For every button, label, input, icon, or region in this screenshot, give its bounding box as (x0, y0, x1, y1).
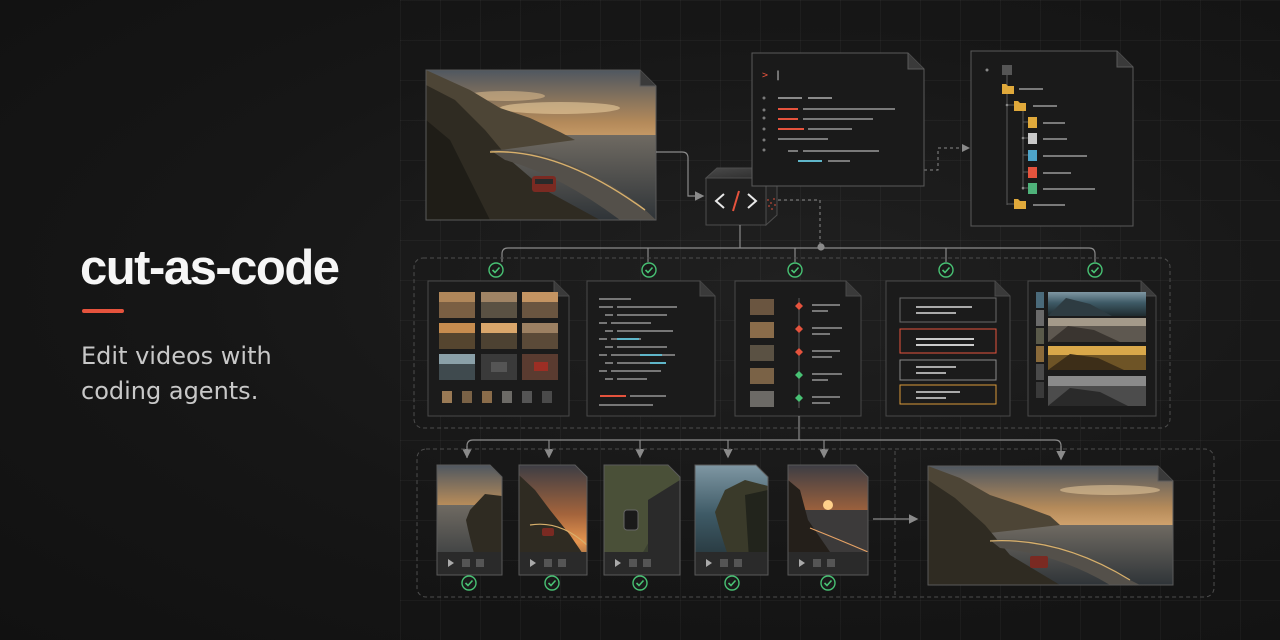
clip-thumbnail (787, 464, 869, 576)
branch-connectors (501, 225, 1096, 262)
arrow-icon (656, 151, 705, 201)
final-render-panel (927, 465, 1174, 586)
source-video-panel (426, 70, 656, 220)
frames-grid-panel (427, 280, 570, 417)
clip-thumbnail (603, 464, 681, 576)
pipeline-diagram: > | (413, 50, 1215, 598)
color-grade-panel (1027, 280, 1157, 417)
file-tree-panel (970, 50, 1134, 227)
captions-panel (885, 280, 1011, 417)
terminal-prompt: > (762, 70, 768, 81)
terminal-panel: > | (751, 52, 925, 187)
check-icon (461, 575, 836, 591)
clip-thumbnail (518, 464, 588, 576)
clip-thumbnail (436, 464, 503, 576)
terminal-cursor: | (775, 70, 781, 81)
clip-thumbnail (694, 464, 769, 576)
script-panel (586, 280, 716, 417)
timeline-panel (734, 280, 862, 417)
check-icon (488, 262, 1103, 278)
